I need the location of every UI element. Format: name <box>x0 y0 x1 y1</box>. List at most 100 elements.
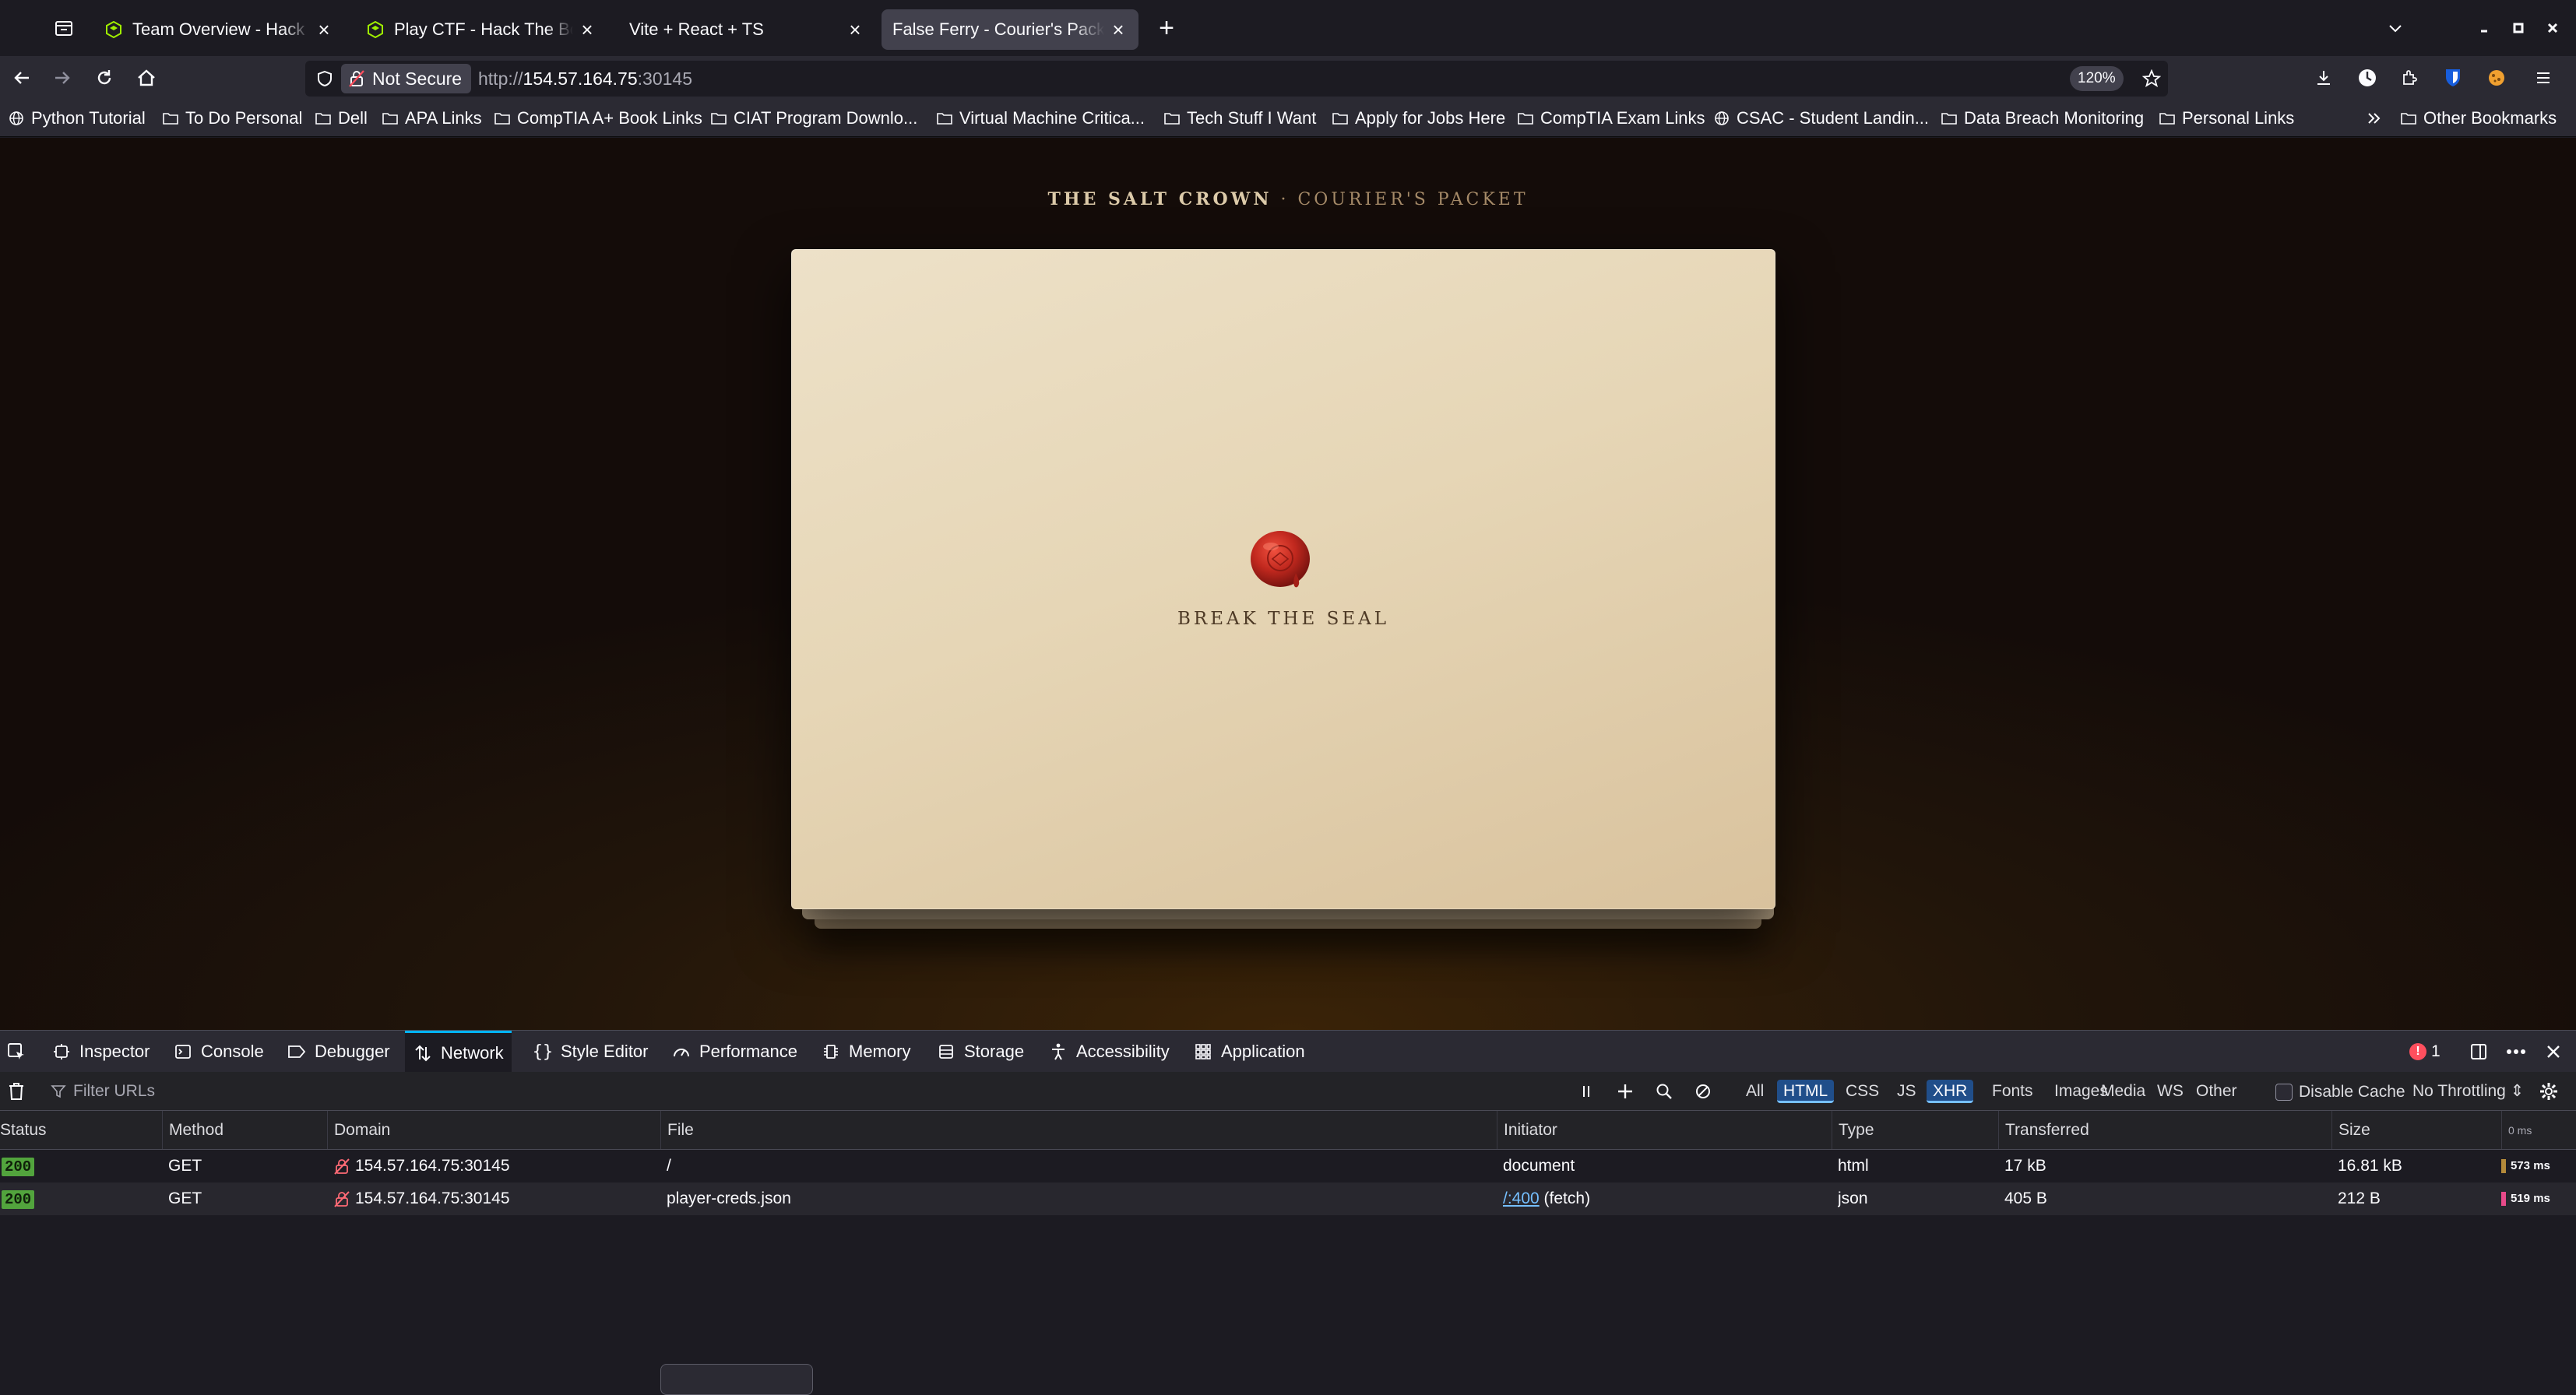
dock-side-icon[interactable] <box>2467 1040 2490 1063</box>
heading-subtitle: COURIER'S PACKET <box>1297 190 1529 209</box>
firefox-view-icon[interactable] <box>48 12 79 44</box>
column-initiator[interactable]: Initiator <box>1497 1111 1832 1149</box>
url-text[interactable]: http://154.57.164.75:30145 <box>478 69 692 90</box>
disable-cache-checkbox[interactable] <box>2275 1084 2293 1101</box>
clear-requests-trash-icon[interactable] <box>5 1080 28 1103</box>
filter-css[interactable]: CSS <box>1839 1080 1885 1103</box>
initiator-link[interactable]: /:400 <box>1503 1189 1540 1207</box>
initiator-cell: /:400 (fetch) <box>1503 1182 1590 1215</box>
bookmark-folder[interactable]: Personal Links <box>2159 107 2294 129</box>
home-icon[interactable] <box>131 62 162 93</box>
bookmark-item[interactable]: CSAC - Student Landin... <box>1713 107 1929 129</box>
column-method[interactable]: Method <box>162 1111 327 1149</box>
close-tab-icon[interactable]: × <box>1109 19 1128 40</box>
new-request-plus-icon[interactable] <box>1614 1080 1637 1103</box>
downloads-icon[interactable] <box>2308 62 2339 93</box>
new-tab-button[interactable]: + <box>1151 12 1182 44</box>
tab-style-editor[interactable]: {} Style Editor <box>533 1031 649 1073</box>
column-timeline[interactable]: 0 ms <box>2501 1111 2576 1149</box>
account-icon[interactable] <box>2352 62 2383 93</box>
tab-inspector[interactable]: Inspector <box>51 1031 150 1073</box>
tab-vite-react[interactable]: Vite + React + TS × <box>618 9 875 50</box>
column-status[interactable]: Status <box>0 1111 162 1149</box>
tab-debugger[interactable]: Debugger <box>287 1031 390 1073</box>
search-icon[interactable] <box>1652 1080 1676 1103</box>
filter-urls-input[interactable]: Filter URLs <box>50 1080 751 1103</box>
close-tab-icon[interactable]: × <box>578 19 596 40</box>
bookmark-folder[interactable]: Dell <box>315 107 368 129</box>
menu-icon[interactable] <box>2528 62 2559 93</box>
network-settings-gear-icon[interactable] <box>2537 1080 2560 1103</box>
more-bookmarks-chevron-icon[interactable] <box>2366 107 2383 129</box>
break-seal-label[interactable]: BREAK THE SEAL <box>791 609 1775 629</box>
throttling-select[interactable]: No Throttling ⇕ <box>2412 1081 2524 1101</box>
close-devtools-icon[interactable] <box>2542 1040 2565 1063</box>
bookmark-folder[interactable]: Virtual Machine Critica... <box>936 107 1145 129</box>
cookie-extension-icon[interactable] <box>2481 62 2512 93</box>
bookmark-folder[interactable]: CompTIA A+ Book Links <box>494 107 702 129</box>
column-size[interactable]: Size <box>2331 1111 2501 1149</box>
filter-other[interactable]: Other <box>2190 1080 2243 1103</box>
table-row[interactable]: 200 GET 154.57.164.75:30145 / document h… <box>0 1150 2576 1182</box>
filter-html[interactable]: HTML <box>1777 1080 1835 1103</box>
tab-play-ctf[interactable]: Play CTF - Hack The Box CTF × <box>355 9 607 50</box>
disable-cache-toggle[interactable]: Disable Cache <box>2275 1081 2405 1103</box>
bookmark-folder[interactable]: To Do Personal <box>162 107 302 129</box>
table-row[interactable]: 200 GET 154.57.164.75:30145 player-creds… <box>0 1182 2576 1215</box>
close-tab-icon[interactable]: × <box>846 19 864 40</box>
bookmark-item[interactable]: Python Tutorial <box>8 107 146 129</box>
notification-popup[interactable] <box>660 1364 813 1395</box>
block-url-icon[interactable] <box>1691 1080 1715 1103</box>
filter-xhr[interactable]: XHR <box>1927 1080 1974 1103</box>
column-file[interactable]: File <box>660 1111 1497 1149</box>
bookmark-folder[interactable]: APA Links <box>382 107 482 129</box>
filter-all[interactable]: All <box>1740 1080 1770 1103</box>
courier-packet[interactable]: BREAK THE SEAL <box>791 249 1775 909</box>
wax-seal-button[interactable] <box>1249 528 1314 590</box>
column-domain[interactable]: Domain <box>327 1111 660 1149</box>
pause-recording-icon[interactable] <box>1575 1080 1598 1103</box>
other-bookmarks-folder[interactable]: Other Bookmarks <box>2400 107 2557 129</box>
bookmark-folder[interactable]: Data Breach Monitoring <box>1941 107 2144 129</box>
element-picker-icon[interactable] <box>5 1040 28 1063</box>
filter-media[interactable]: Media <box>2095 1080 2152 1103</box>
list-all-tabs-icon[interactable] <box>2381 14 2409 42</box>
error-count-badge[interactable]: ! 1 <box>2409 1041 2441 1063</box>
tab-false-ferry[interactable]: False Ferry - Courier's Packet × <box>882 9 1138 50</box>
tab-performance[interactable]: Performance <box>671 1031 797 1073</box>
column-type[interactable]: Type <box>1832 1111 1998 1149</box>
back-icon[interactable] <box>6 62 37 93</box>
column-transferred[interactable]: Transferred <box>1998 1111 2331 1149</box>
filter-js[interactable]: JS <box>1891 1080 1923 1103</box>
inspector-icon <box>51 1042 72 1062</box>
minimize-icon[interactable] <box>2470 14 2498 42</box>
maximize-icon[interactable] <box>2504 14 2532 42</box>
filter-ws[interactable]: WS <box>2151 1080 2190 1103</box>
tab-accessibility[interactable]: Accessibility <box>1048 1031 1170 1073</box>
tab-team-overview[interactable]: Team Overview - Hack The Box × <box>93 9 344 50</box>
reload-icon[interactable] <box>89 62 120 93</box>
forward-icon[interactable] <box>47 62 78 93</box>
insecure-lock-icon <box>334 1158 350 1175</box>
close-tab-icon[interactable]: × <box>315 19 333 40</box>
tracking-protection-icon[interactable] <box>313 67 336 90</box>
tab-memory[interactable]: Memory <box>821 1031 910 1073</box>
bookmark-folder[interactable]: CIAT Program Downlo... <box>710 107 917 129</box>
bookmark-folder[interactable]: CompTIA Exam Links <box>1517 107 1705 129</box>
bitwarden-icon[interactable] <box>2437 62 2469 93</box>
bookmark-folder[interactable]: Apply for Jobs Here <box>1332 107 1505 129</box>
domain-cell: 154.57.164.75:30145 <box>333 1182 510 1215</box>
url-bar[interactable]: Not Secure http://154.57.164.75:30145 12… <box>305 61 2168 97</box>
tab-network[interactable]: Network <box>405 1031 512 1073</box>
filter-fonts[interactable]: Fonts <box>1986 1080 2039 1103</box>
tab-application[interactable]: Application <box>1193 1031 1305 1073</box>
site-security-indicator[interactable]: Not Secure <box>341 64 472 93</box>
bookmark-star-icon[interactable] <box>2138 65 2165 92</box>
extensions-icon[interactable] <box>2394 62 2425 93</box>
tab-storage[interactable]: Storage <box>936 1031 1024 1073</box>
zoom-level-button[interactable]: 120% <box>2070 66 2124 91</box>
more-options-icon[interactable] <box>2504 1040 2528 1063</box>
close-window-icon[interactable] <box>2539 14 2567 42</box>
tab-console[interactable]: Console <box>173 1031 264 1073</box>
bookmark-folder[interactable]: Tech Stuff I Want <box>1163 107 1316 129</box>
